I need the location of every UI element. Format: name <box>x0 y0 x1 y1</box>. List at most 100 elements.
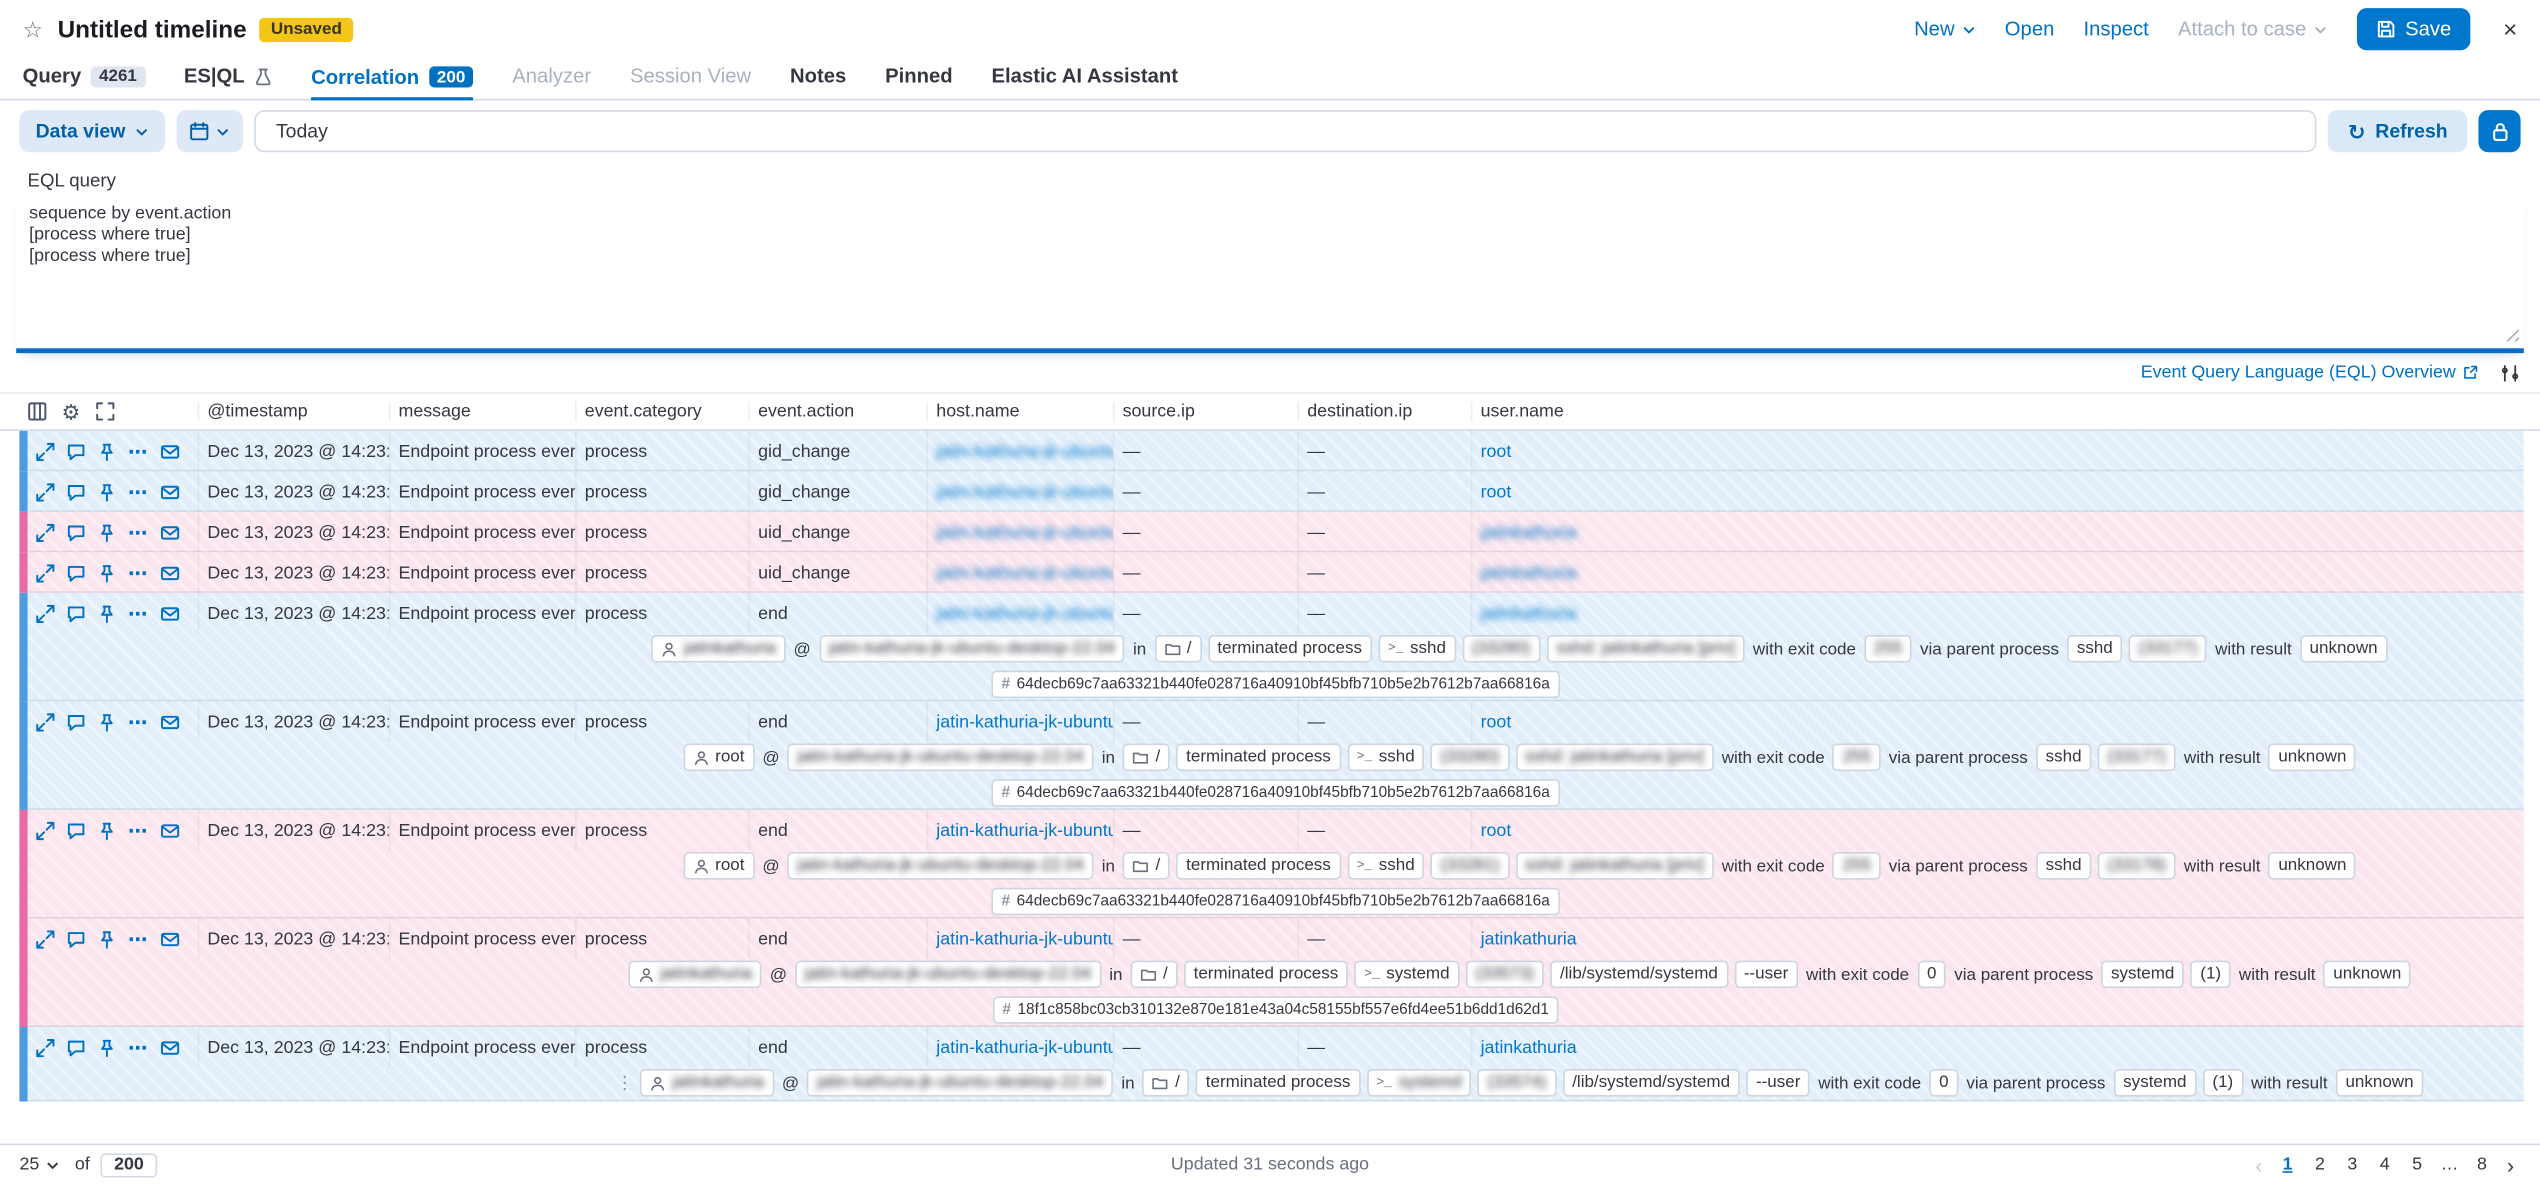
column-header-timestamp[interactable]: @timestamp <box>197 401 389 422</box>
host-name-cell[interactable]: jatin-kathuria-jk-ubuntu-d <box>926 511 1113 553</box>
renderer-badge[interactable]: >_ sshd <box>1346 743 1425 772</box>
more-actions-icon[interactable]: ⋯ <box>128 522 149 541</box>
refresh-button[interactable]: ↻ Refresh <box>2328 110 2468 153</box>
renderer-badge[interactable]: jatin-kathuria-jk-ubuntu-desktop-22.04 <box>818 635 1125 663</box>
renderer-badge[interactable]: 255 <box>1864 635 1912 663</box>
fullscreen-icon[interactable] <box>95 402 114 421</box>
expand-event-icon[interactable] <box>36 563 55 582</box>
renderer-badge[interactable]: (33178) <box>2097 852 2176 880</box>
renderer-badge[interactable]: sshd <box>2067 635 2123 663</box>
user-name-cell[interactable]: root <box>1470 471 2524 512</box>
process-hash-badge[interactable]: #18f1c858bc03cb310132e870e181e43a04c5815… <box>992 996 1559 1024</box>
renderer-badge[interactable]: --user <box>1734 960 1798 989</box>
pin-event-icon[interactable] <box>97 1038 116 1057</box>
analyze-event-icon[interactable] <box>160 482 180 501</box>
page-button-3[interactable]: 3 <box>2339 1153 2367 1176</box>
host-name-cell[interactable]: jatin-kathuria-jk-ubuntu-d <box>926 552 1113 593</box>
column-header-message[interactable]: message <box>388 401 575 422</box>
analyze-event-icon[interactable] <box>160 563 180 582</box>
user-name-cell[interactable]: jatinkathuria <box>1470 552 2524 593</box>
analyze-event-icon[interactable] <box>160 441 180 460</box>
column-header-source-ip[interactable]: source.ip <box>1112 401 1298 422</box>
add-note-icon[interactable] <box>66 712 85 731</box>
renderer-badge[interactable]: / <box>1130 960 1178 989</box>
renderer-badge[interactable]: (33177) <box>2128 635 2208 663</box>
columns-icon[interactable] <box>28 402 47 421</box>
renderer-badge[interactable]: (33177) <box>2097 743 2176 772</box>
page-button-1[interactable]: 1 <box>2274 1153 2302 1176</box>
renderer-badge[interactable]: terminated process <box>1207 635 1372 663</box>
tab-elastic-ai-assistant[interactable]: Elastic AI Assistant <box>992 58 1178 98</box>
renderer-badge[interactable]: unknown <box>2268 743 2357 772</box>
more-actions-icon[interactable]: ⋯ <box>128 929 149 948</box>
renderer-badge[interactable]: jatinkathuria <box>651 635 786 663</box>
inspect-button[interactable]: Inspect <box>2084 18 2149 41</box>
more-actions-icon[interactable]: ⋯ <box>128 563 149 582</box>
renderer-badge[interactable]: (33573) <box>1465 960 1544 989</box>
add-note-icon[interactable] <box>66 482 85 501</box>
open-button[interactable]: Open <box>2005 18 2055 41</box>
pin-event-icon[interactable] <box>97 603 116 623</box>
more-actions-icon[interactable]: ⋯ <box>128 603 149 622</box>
renderer-badge[interactable]: (1) <box>2190 960 2231 989</box>
expand-event-icon[interactable] <box>36 820 55 840</box>
renderer-badge[interactable]: 255 <box>1832 743 1881 772</box>
expand-event-icon[interactable] <box>36 482 55 501</box>
pin-event-icon[interactable] <box>97 820 116 840</box>
renderer-badge[interactable]: /lib/systemd/systemd <box>1562 1069 1740 1097</box>
tab-query[interactable]: Query 4261 <box>23 58 145 98</box>
pin-event-icon[interactable] <box>97 929 116 948</box>
renderer-badge[interactable]: root <box>682 852 755 880</box>
user-name-cell[interactable]: root <box>1470 809 2524 851</box>
renderer-badge[interactable]: / <box>1154 635 1202 663</box>
renderer-badge[interactable]: >_ systemd <box>1354 960 1460 989</box>
column-header-destination-ip[interactable]: destination.ip <box>1297 401 1471 422</box>
process-hash-badge[interactable]: #64decb69c7aa63321b440fe028716a40910bf45… <box>991 887 1560 916</box>
analyze-event-icon[interactable] <box>160 712 180 731</box>
expand-event-icon[interactable] <box>36 929 55 948</box>
add-note-icon[interactable] <box>66 522 85 541</box>
user-name-cell[interactable]: jatinkathuria <box>1470 918 2524 959</box>
eql-query-input[interactable]: sequence by event.action [process where … <box>16 196 2524 354</box>
renderer-badge[interactable]: terminated process <box>1196 1069 1361 1097</box>
user-name-cell[interactable]: jatinkathuria <box>1470 592 2524 634</box>
user-name-cell[interactable]: jatinkathuria <box>1470 1027 2524 1068</box>
renderer-badge[interactable]: unknown <box>2335 1069 2424 1097</box>
renderer-badge[interactable]: systemd <box>2113 1069 2197 1097</box>
add-note-icon[interactable] <box>66 603 85 622</box>
renderer-badge[interactable]: jatin-kathuria-jk-ubuntu-desktop-22.04 <box>787 743 1094 772</box>
renderer-badge[interactable]: (33281) <box>1430 852 1509 880</box>
analyze-event-icon[interactable] <box>160 603 180 622</box>
page-button-5[interactable]: 5 <box>2403 1153 2431 1176</box>
add-note-icon[interactable] <box>66 929 85 948</box>
column-header-user-name[interactable]: user.name <box>1470 401 2524 422</box>
analyze-event-icon[interactable] <box>160 929 180 948</box>
process-hash-badge[interactable]: #64decb69c7aa63321b440fe028716a40910bf45… <box>991 779 1560 807</box>
page-button-2[interactable]: 2 <box>2306 1153 2334 1176</box>
analyze-event-icon[interactable] <box>160 1038 180 1057</box>
drag-handle-icon[interactable]: ⋮ <box>616 1072 634 1093</box>
expand-event-icon[interactable] <box>36 712 55 731</box>
more-actions-icon[interactable]: ⋯ <box>128 482 149 501</box>
add-note-icon[interactable] <box>66 820 85 839</box>
renderer-badge[interactable]: --user <box>1746 1069 1811 1097</box>
renderer-badge[interactable]: (33574) <box>1477 1069 1556 1097</box>
renderer-badge[interactable]: 0 <box>1917 960 1947 989</box>
pin-event-icon[interactable] <box>97 522 116 542</box>
tab-es-ql[interactable]: ES|QL <box>184 58 272 98</box>
renderer-badge[interactable]: sshd <box>2035 852 2092 880</box>
pin-event-icon[interactable] <box>97 712 116 731</box>
add-note-icon[interactable] <box>66 563 85 582</box>
host-name-cell[interactable]: jatin-kathuria-jk-ubuntu-... <box>926 1027 1113 1068</box>
date-quick-select-button[interactable] <box>177 110 244 153</box>
expand-event-icon[interactable] <box>36 603 55 623</box>
user-name-cell[interactable]: root <box>1470 430 2524 472</box>
page-button-4[interactable]: 4 <box>2371 1153 2399 1176</box>
renderer-badge[interactable]: sshd <box>2035 743 2092 772</box>
more-actions-icon[interactable]: ⋯ <box>128 1038 149 1057</box>
host-name-cell[interactable]: jatin-kathuria-jk-ubuntu-... <box>926 918 1113 959</box>
renderer-badge[interactable]: (33280) <box>1430 743 1509 772</box>
renderer-badge[interactable]: / <box>1123 852 1170 880</box>
renderer-badge[interactable]: root <box>682 743 755 772</box>
renderer-badge[interactable]: >_ systemd <box>1366 1069 1472 1097</box>
